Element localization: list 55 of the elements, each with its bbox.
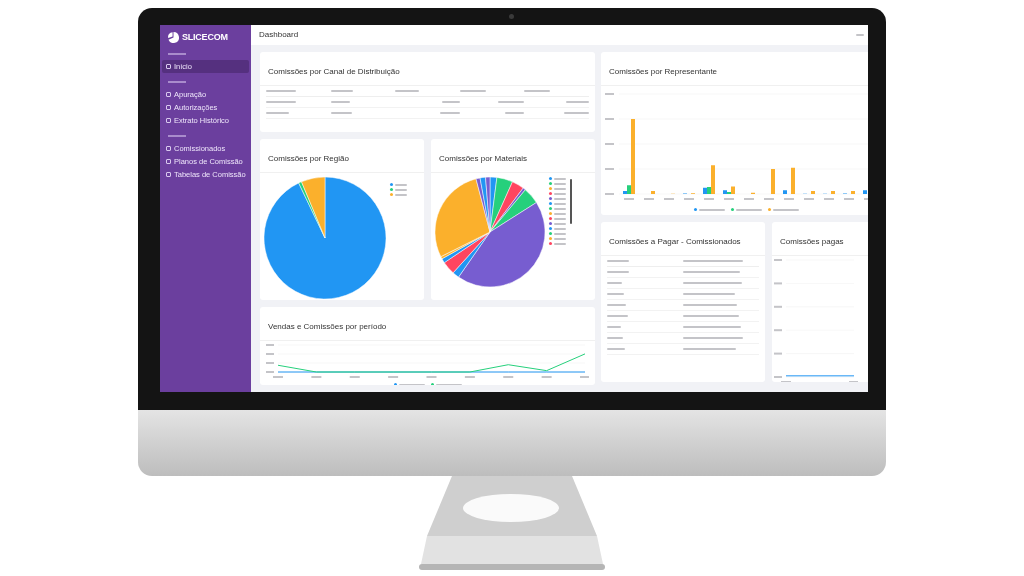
bar [863, 190, 867, 194]
menu-icon [166, 104, 171, 110]
illegible-text [698, 208, 725, 211]
camera-icon [509, 14, 514, 19]
card-title: Comissões pagas [780, 237, 844, 246]
illegible-text [735, 208, 762, 211]
menu-icon [166, 145, 171, 151]
card-title: Comissões a Pagar - Comissionados [609, 237, 741, 246]
illegible-text [554, 222, 566, 225]
illegible-text [168, 80, 186, 83]
logo-text: SLICECOM [182, 31, 228, 44]
illegible-text [554, 232, 566, 235]
illegible-text [554, 237, 566, 240]
illegible-text [395, 188, 407, 191]
illegible-text [554, 227, 566, 230]
illegible-text [774, 305, 782, 308]
illegible-text [554, 182, 566, 185]
illegible-text [774, 282, 782, 285]
bar [651, 191, 655, 194]
illegible-text [554, 177, 566, 180]
illegible-text [774, 329, 782, 332]
card-title: Vendas e Comissões por período [268, 322, 387, 331]
illegible-text [774, 352, 782, 355]
illegible-text [554, 217, 566, 220]
menu-icon [166, 158, 171, 164]
bar [783, 190, 787, 194]
card-title: Comissões por Representante [609, 67, 718, 76]
illegible-text [554, 197, 566, 200]
line-series [785, 375, 855, 377]
illegible-text [168, 134, 186, 137]
illegible-text [554, 187, 566, 190]
menu-icon [166, 117, 171, 123]
bar [791, 167, 795, 194]
bar [811, 191, 815, 194]
menu-icon [166, 91, 171, 97]
illegible-text [554, 202, 566, 205]
bar [771, 169, 775, 194]
illegible-text [554, 242, 566, 245]
card-title: Comissões por Região [268, 154, 349, 163]
menu-icon [166, 171, 171, 177]
illegible-text [554, 207, 566, 210]
card-title: Comissões por Canal de Distribuição [268, 67, 400, 76]
scrollbar[interactable] [570, 179, 572, 224]
logo-icon [168, 32, 179, 44]
bar [851, 191, 855, 194]
page-title: Dashboard [259, 29, 299, 41]
menu-icon [166, 63, 171, 69]
illegible-text [554, 212, 566, 215]
card-title: Comissões por Materiais [439, 154, 528, 163]
illegible-text [772, 208, 799, 211]
illegible-text [395, 193, 407, 196]
illegible-text [395, 183, 407, 186]
bar [831, 191, 835, 194]
illegible-text [168, 52, 186, 55]
illegible-text [554, 192, 566, 195]
